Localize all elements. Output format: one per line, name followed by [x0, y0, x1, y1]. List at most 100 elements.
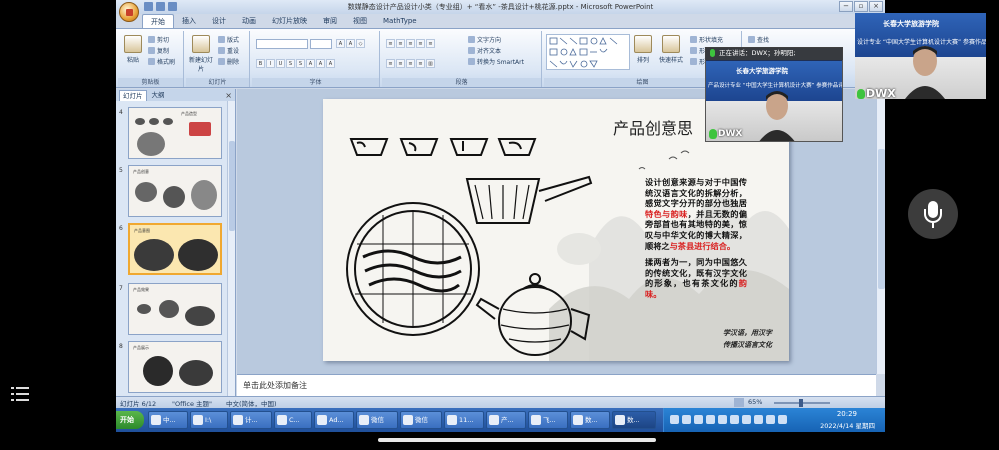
slide-thumbnail[interactable]: 7 产品效果 [116, 283, 226, 337]
slide-thumbnail[interactable]: 8 产品展示 [116, 341, 226, 395]
italic-button[interactable]: I [266, 59, 275, 68]
minimize-button[interactable]: − [839, 1, 853, 12]
office-button[interactable] [119, 2, 139, 22]
shadow-button[interactable]: S [296, 59, 305, 68]
zoom-slider-knob[interactable] [799, 399, 803, 407]
maximize-button[interactable]: ▫ [854, 1, 868, 12]
tab-animations[interactable]: 动画 [234, 14, 264, 28]
start-button[interactable]: 开始 [116, 411, 144, 429]
network-icon[interactable] [778, 415, 787, 424]
slide-scrollbar[interactable] [876, 89, 885, 374]
zoom-level[interactable]: 65% [748, 398, 762, 406]
font-color-button[interactable]: A [326, 59, 335, 68]
underline-button[interactable]: U [276, 59, 285, 68]
cut-button[interactable]: 剪切 [148, 35, 169, 44]
slide-thumbnail[interactable]: 5 产品创意 [116, 165, 226, 219]
clock-time[interactable]: 20:29 [837, 410, 857, 418]
grow-font-button[interactable]: A [336, 39, 345, 48]
slide-thumbnail[interactable]: 4 产品造型 [116, 107, 226, 161]
taskbar-item[interactable]: 微信 [356, 411, 398, 429]
participant-video-small[interactable]: 长春大学旅游学院 产品设计专业 “中国大学生计算机设计大赛” 参赛作品评审 DW… [705, 47, 843, 142]
slide-title[interactable]: 产品创意思 [613, 115, 693, 139]
slide-thumbnail-selected[interactable]: 6 产品意图 [116, 223, 226, 277]
clock-date[interactable]: 2022/4/14 星期四 [820, 420, 875, 430]
taskbar-item[interactable]: 微信 [400, 411, 442, 429]
taskbar-item[interactable]: 中... [148, 411, 188, 429]
taskbar-item[interactable]: 11... [444, 411, 484, 429]
tab-view[interactable]: 视图 [345, 14, 375, 28]
close-button[interactable]: × [869, 1, 883, 12]
tray-icon[interactable] [730, 415, 739, 424]
paste-button[interactable]: 粘贴 [120, 35, 146, 64]
home-indicator[interactable] [378, 438, 656, 442]
tab-home[interactable]: 开始 [142, 14, 174, 28]
tray-icon[interactable] [694, 415, 703, 424]
tray-icon[interactable] [682, 415, 691, 424]
tab-slides[interactable]: 幻灯片 [119, 89, 147, 101]
font-name-combo[interactable] [256, 39, 308, 49]
text-direction-button[interactable]: 文字方向 [468, 35, 501, 44]
participant-video-large[interactable]: 长春大学旅游学院 设计专业 “中国大学生计算机设计大赛” 参赛作品评审 DWX [855, 13, 986, 99]
taskbar-item[interactable]: 计... [230, 411, 272, 429]
taskbar-item[interactable]: 产... [486, 411, 526, 429]
pane-scrollbar[interactable] [227, 101, 235, 396]
taskbar-item[interactable]: 数... [570, 411, 610, 429]
align-text-button[interactable]: 对齐文本 [468, 46, 501, 55]
delete-button[interactable]: 删除 [218, 57, 239, 66]
justify-button[interactable]: ≡ [416, 59, 425, 68]
slide-scrollbar-thumb[interactable] [878, 149, 885, 289]
reset-button[interactable]: 重设 [218, 46, 239, 55]
notes-pane[interactable]: 单击此处添加备注 [237, 374, 876, 396]
arrange-button[interactable]: 排列 [630, 35, 656, 64]
clear-format-button[interactable]: ◇ [356, 39, 365, 48]
taskbar-item[interactable]: C... [274, 411, 312, 429]
tray-icon[interactable] [706, 415, 715, 424]
taskbar-item-active[interactable]: 数... [612, 411, 656, 429]
pane-scrollbar-thumb[interactable] [229, 141, 235, 231]
tray-icon[interactable] [754, 415, 763, 424]
normal-view-icon[interactable] [734, 398, 744, 407]
tray-icon[interactable] [742, 415, 751, 424]
new-slide-button[interactable]: 新建幻灯片 [188, 35, 214, 73]
tab-design[interactable]: 设计 [204, 14, 234, 28]
align-right-button[interactable]: ≡ [406, 59, 415, 68]
tab-mathtype[interactable]: MathType [375, 14, 425, 28]
align-center-button[interactable]: ≡ [396, 59, 405, 68]
decrease-indent-button[interactable]: ≡ [406, 39, 415, 48]
tab-outline[interactable]: 大纲 [149, 90, 168, 101]
layout-button[interactable]: 版式 [218, 35, 239, 44]
bullets-button[interactable]: ≡ [386, 39, 395, 48]
strikethrough-button[interactable]: S [286, 59, 295, 68]
close-icon[interactable]: × [225, 91, 232, 100]
tray-icon[interactable] [670, 415, 679, 424]
spacing-button[interactable]: A [306, 59, 315, 68]
tab-insert[interactable]: 插入 [174, 14, 204, 28]
quick-styles-button[interactable]: 快速样式 [658, 35, 684, 64]
bold-button[interactable]: B [256, 59, 265, 68]
taskbar-item[interactable]: I:\ [190, 411, 228, 429]
taskbar-item[interactable]: Ad... [314, 411, 354, 429]
case-button[interactable]: A [316, 59, 325, 68]
tab-review[interactable]: 审阅 [315, 14, 345, 28]
line-spacing-button[interactable]: ≡ [426, 39, 435, 48]
shape-fill-button[interactable]: 形状填充 [690, 35, 723, 44]
tab-slideshow[interactable]: 幻灯片放映 [264, 14, 315, 28]
columns-button[interactable]: ▥ [426, 59, 435, 68]
smartart-button[interactable]: 转换为 SmartArt [468, 57, 524, 66]
slide-body-text[interactable]: 设计创意来源与对于中国传统汉语言文化的拆解分析，感觉文字分开的部分也独居特色与韵… [645, 177, 747, 306]
taskbar-item[interactable]: 飞... [528, 411, 568, 429]
volume-icon[interactable] [766, 415, 775, 424]
menu-list-icon[interactable] [11, 386, 29, 402]
find-button[interactable]: 查找 [748, 35, 769, 44]
shrink-font-button[interactable]: A [346, 39, 355, 48]
align-left-button[interactable]: ≡ [386, 59, 395, 68]
microphone-button[interactable] [908, 189, 958, 239]
format-painter-button[interactable]: 格式刷 [148, 57, 175, 66]
tray-icon[interactable] [718, 415, 727, 424]
copy-button[interactable]: 复制 [148, 46, 169, 55]
font-size-combo[interactable] [310, 39, 332, 49]
increase-indent-button[interactable]: ≡ [416, 39, 425, 48]
slogan-text[interactable]: 学汉语，用汉字 传播汉语言文化 [723, 327, 787, 351]
shapes-gallery[interactable] [546, 34, 630, 70]
numbering-button[interactable]: ≡ [396, 39, 405, 48]
